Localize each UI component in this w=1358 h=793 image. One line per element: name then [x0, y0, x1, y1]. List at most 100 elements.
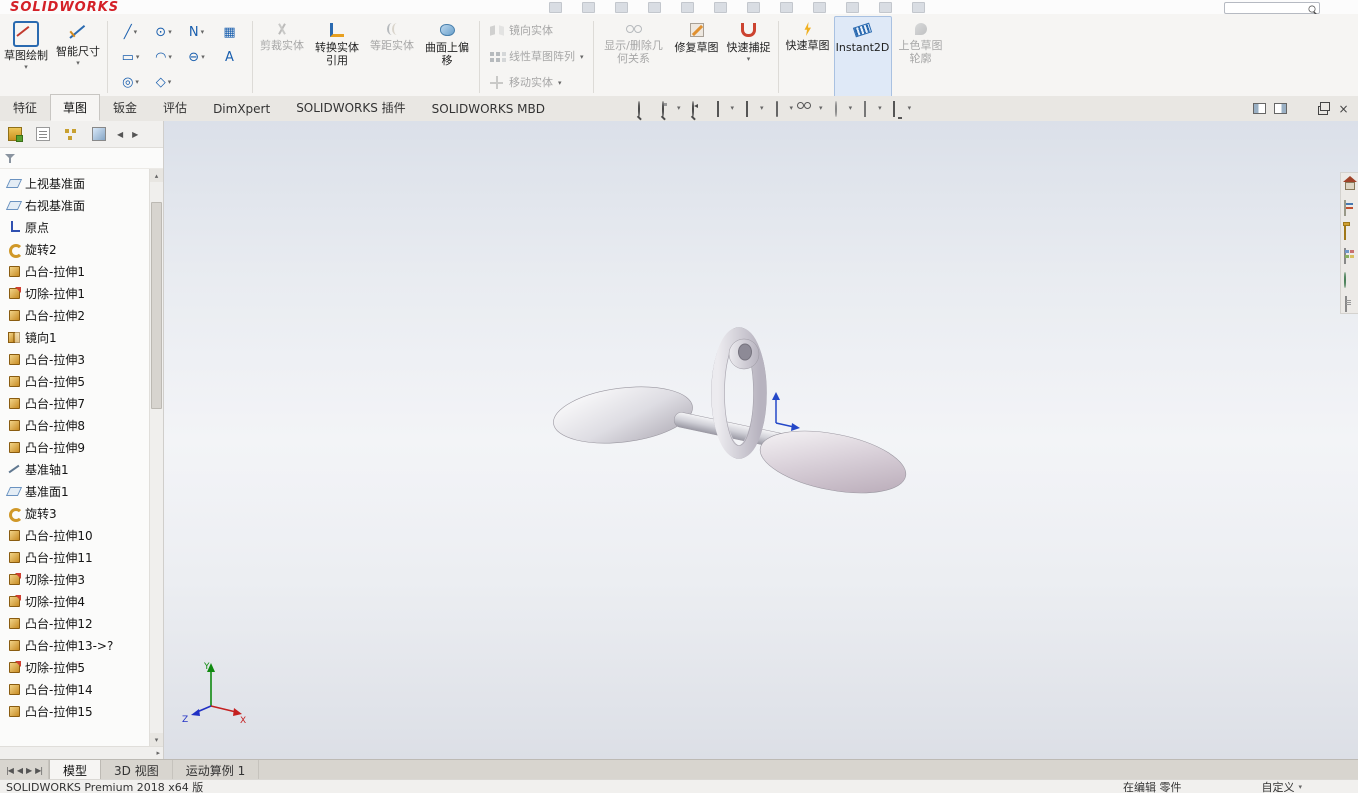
tree-item[interactable]: 切除-拉伸1 [0, 282, 149, 304]
tree-item[interactable]: 旋转2 [0, 238, 149, 260]
minimize-viewport-button[interactable] [1295, 103, 1308, 114]
tree-item[interactable]: 镜向1 [0, 326, 149, 348]
tree-vertical-scrollbar[interactable]: ▴ ▾ [149, 169, 163, 746]
propertymanager-tab[interactable] [30, 123, 55, 146]
restore-viewport-button[interactable] [1316, 103, 1329, 115]
tree-item[interactable]: 上视基准面 [0, 172, 149, 194]
sketch-picture-tool-button[interactable]: ▦ ▾ [213, 20, 246, 45]
arc-tool-button[interactable]: ◠ ▾ [147, 45, 180, 70]
scroll-right-icon[interactable]: ▸ [156, 749, 160, 757]
trim-entities-button[interactable]: 剪裁实体 [256, 16, 308, 98]
tree-item[interactable]: 凸台-拉伸11 [0, 546, 149, 568]
zoom-to-area-button[interactable]: ▾ [661, 101, 681, 117]
tree-item[interactable]: 凸台-拉伸10 [0, 524, 149, 546]
view-palette-tab[interactable] [1343, 248, 1356, 264]
menubar-icon[interactable] [780, 1, 794, 13]
tree-item[interactable]: 原点 [0, 216, 149, 238]
viewport-canvas[interactable]: Y X Z [164, 121, 1358, 759]
tree-item[interactable]: 凸台-拉伸2 [0, 304, 149, 326]
linear-sketch-pattern-button[interactable]: 线性草图阵列 ▾ [487, 45, 586, 69]
ellipse-tool-button[interactable]: ⊖ ▾ [180, 45, 213, 70]
menubar-icon[interactable] [681, 1, 695, 13]
spline-tool-button[interactable]: N ▾ [180, 20, 213, 45]
zoom-to-fit-button[interactable]: ▾ [637, 101, 651, 117]
panel-collapse-arrow-icon[interactable]: ◀ [114, 130, 126, 139]
design-library-tab[interactable] [1343, 200, 1356, 216]
edit-appearance-button[interactable]: ▾ [834, 101, 852, 117]
tree-item[interactable]: 凸台-拉伸9 [0, 436, 149, 458]
document-tab[interactable]: 运动算例 1 [173, 760, 260, 780]
ribbon-tab[interactable]: SOLIDWORKS 插件 [283, 94, 418, 121]
home-taskpane-tab[interactable] [1344, 177, 1356, 189]
ribbon-tab[interactable]: 评估 [150, 94, 200, 121]
tree-item[interactable]: 凸台-拉伸15 [0, 700, 149, 722]
slot-tool-button[interactable]: ◎ ▾ [114, 70, 147, 95]
origin-triad[interactable] [772, 392, 800, 431]
apply-scene-button[interactable]: ▾ [863, 101, 882, 117]
shaded-sketch-contours-button[interactable]: 上色草图轮廓 [892, 16, 950, 98]
tree-item[interactable]: 凸台-拉伸14 [0, 678, 149, 700]
custom-properties-tab[interactable] [1344, 296, 1356, 312]
tree-item[interactable]: 凸台-拉伸5 [0, 370, 149, 392]
tree-item[interactable]: 切除-拉伸5 [0, 656, 149, 678]
tree-filter-bar[interactable] [0, 148, 163, 169]
view-orientation-button[interactable]: ▾ [745, 101, 764, 117]
scroll-down-icon[interactable]: ▾ [150, 733, 163, 746]
polygon-tool-button[interactable]: ◇ ▾ [147, 70, 180, 95]
offset-entities-button[interactable]: 等距实体 [366, 16, 418, 98]
panel-more-tabs-icon[interactable]: ▶ [129, 130, 141, 139]
menubar-icon[interactable] [582, 1, 596, 13]
previous-view-button[interactable]: ▾ [691, 101, 705, 117]
menubar-icon[interactable] [648, 1, 662, 13]
tree-item[interactable]: 旋转3 [0, 502, 149, 524]
featuremanager-tree-tab[interactable] [2, 123, 27, 146]
graphics-area[interactable]: Y X Z [164, 121, 1358, 759]
display-style-button[interactable]: ▾ [775, 101, 793, 117]
convert-entities-button[interactable]: 转换实体引用 [308, 16, 366, 98]
menubar-icon[interactable] [846, 1, 860, 13]
menubar-icon[interactable] [813, 1, 827, 13]
quick-snaps-button[interactable]: 快速捕捉 ▾ [723, 16, 775, 98]
tree-item[interactable]: 凸台-拉伸7 [0, 392, 149, 414]
tree-item[interactable]: 右视基准面 [0, 194, 149, 216]
move-entities-button[interactable]: 移动实体 ▾ [487, 71, 586, 95]
tree-item[interactable]: 凸台-拉伸1 [0, 260, 149, 282]
appearances-scenes-tab[interactable] [1343, 272, 1356, 288]
menubar-icon[interactable] [549, 1, 563, 13]
view-settings-button[interactable]: ▾ [892, 101, 911, 117]
repair-sketch-button[interactable]: 修复草图 [671, 16, 723, 98]
configurationmanager-tab[interactable] [58, 123, 83, 146]
display-delete-relations-button[interactable]: 显示/删除几何关系 [597, 16, 671, 98]
document-tab[interactable]: 3D 视图 [101, 760, 173, 780]
ribbon-tab[interactable]: DimXpert [200, 97, 283, 121]
custom-status-dropdown[interactable]: 自定义 ▾ [1261, 779, 1302, 793]
menubar-icon[interactable] [747, 1, 761, 13]
menubar-icon[interactable] [615, 1, 629, 13]
line-tool-button[interactable]: ╱ ▾ [114, 20, 147, 45]
ribbon-tab[interactable]: SOLIDWORKS MBD [419, 97, 558, 121]
tab-nav-arrow-icon[interactable]: ◀ [17, 766, 23, 775]
mirror-entities-button[interactable]: 镜向实体 [487, 19, 586, 43]
scrollbar-thumb[interactable] [151, 202, 162, 409]
tree-item[interactable]: 切除-拉伸4 [0, 590, 149, 612]
tree-item[interactable]: 凸台-拉伸8 [0, 414, 149, 436]
rapid-sketch-button[interactable]: 快速草图 [782, 16, 834, 98]
scroll-up-icon[interactable]: ▴ [150, 169, 163, 182]
menubar-icon[interactable] [714, 1, 728, 13]
tree-horizontal-scrollbar[interactable]: ▸ [0, 746, 163, 759]
search-input[interactable] [1224, 2, 1320, 14]
circle-tool-button[interactable]: ⊙ ▾ [147, 20, 180, 45]
file-explorer-tab[interactable] [1343, 224, 1356, 240]
section-view-button[interactable]: ▾ [716, 101, 734, 117]
tree-item[interactable]: 凸台-拉伸12 [0, 612, 149, 634]
tab-nav-arrow-icon[interactable]: ▶| [35, 766, 43, 775]
displaymanager-tab[interactable] [86, 123, 111, 146]
tab-nav-arrow-icon[interactable]: ▶ [26, 766, 32, 775]
ribbon-tab[interactable]: 钣金 [100, 94, 150, 121]
tree-item[interactable]: 凸台-拉伸3 [0, 348, 149, 370]
tree-item[interactable]: 基准轴1 [0, 458, 149, 480]
rectangle-tool-button[interactable]: ▭ ▾ [114, 45, 147, 70]
offset-on-surface-button[interactable]: 曲面上偏移 [418, 16, 476, 98]
tree-item[interactable]: 基准面1 [0, 480, 149, 502]
sketch-text-tool-button[interactable]: A ▾ [213, 45, 246, 70]
